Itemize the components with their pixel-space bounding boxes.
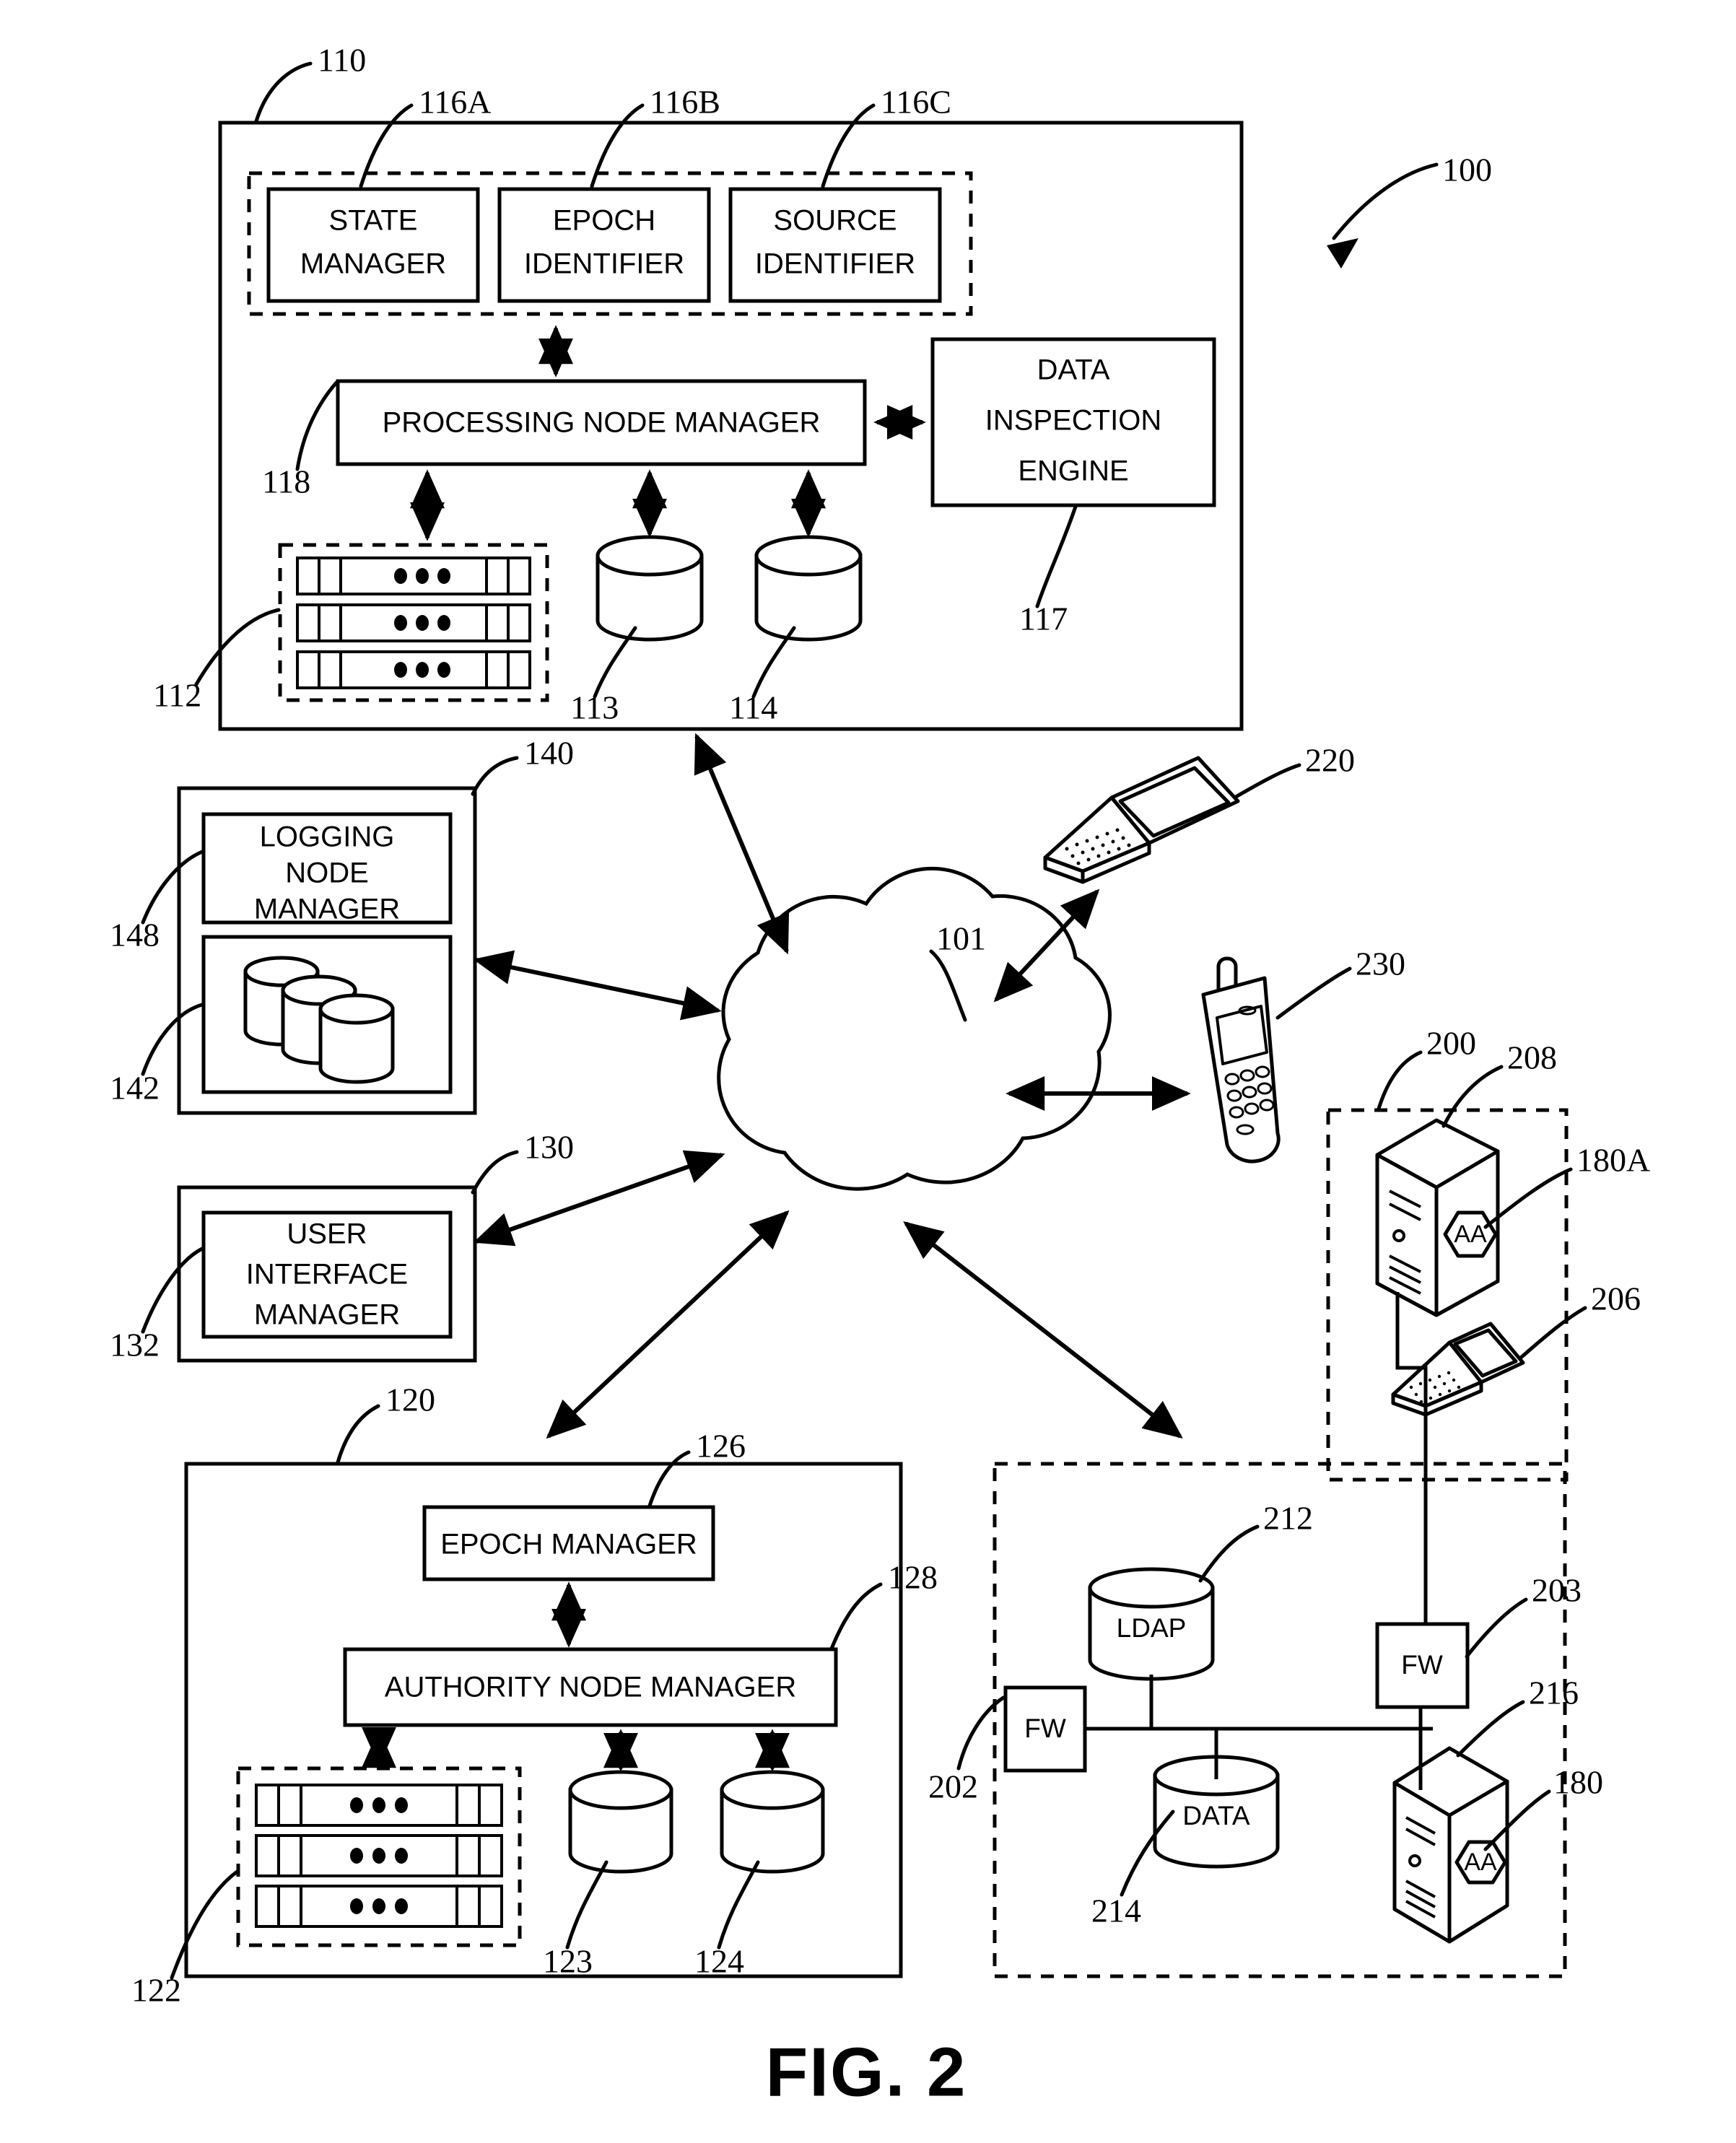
user-interface-manager-line1: USER: [287, 1218, 367, 1250]
ref-116B: 116B: [650, 84, 720, 121]
ref-208: 208: [1507, 1039, 1557, 1076]
firewall-right-label: FW: [1401, 1650, 1443, 1680]
source-identifier-label-line1: SOURCE: [773, 205, 897, 237]
ref-126: 126: [696, 1428, 746, 1465]
ref-214: 214: [1091, 1893, 1141, 1929]
epoch-identifier-label-line2: IDENTIFIER: [524, 248, 684, 280]
ref-212: 212: [1263, 1500, 1313, 1537]
logging-node-manager-line3: MANAGER: [254, 894, 400, 925]
state-manager-label-line1: STATE: [329, 205, 418, 237]
ref-230: 230: [1356, 946, 1405, 982]
authority-node-manager-label: AUTHORITY NODE MANAGER: [385, 1672, 796, 1703]
ref-132: 132: [110, 1327, 160, 1363]
logging-node-manager-line2: NODE: [285, 857, 369, 889]
ref-117: 117: [1019, 601, 1068, 637]
server-208-badge-label: AA: [1454, 1221, 1487, 1248]
processing-node-manager-label: PROCESSING NODE MANAGER: [383, 407, 821, 439]
ref-206: 206: [1591, 1280, 1641, 1317]
ref-113: 113: [570, 689, 619, 726]
ref-200: 200: [1426, 1025, 1476, 1062]
source-identifier-label-line2: IDENTIFIER: [755, 248, 915, 280]
ref-122: 122: [131, 1972, 181, 2009]
patent-figure: STATE MANAGER EPOCH IDENTIFIER SOURCE ID…: [0, 0, 1736, 2143]
ref-118: 118: [262, 463, 310, 500]
ref-203: 203: [1532, 1572, 1582, 1609]
ref-180: 180: [1553, 1764, 1603, 1801]
data-label: DATA: [1182, 1801, 1250, 1830]
figure-text-layer: STATE MANAGER EPOCH IDENTIFIER SOURCE ID…: [110, 42, 1650, 2111]
data-inspection-engine-line2: INSPECTION: [985, 405, 1161, 437]
figure-caption: FIG. 2: [766, 2033, 967, 2111]
ref-101: 101: [936, 920, 986, 957]
ref-124: 124: [694, 1943, 744, 1980]
user-interface-manager-line2: INTERFACE: [246, 1259, 408, 1291]
ref-140: 140: [524, 735, 574, 772]
ref-130: 130: [524, 1129, 574, 1166]
ref-180A: 180A: [1576, 1142, 1650, 1179]
ref-142: 142: [110, 1070, 160, 1107]
epoch-manager-label: EPOCH MANAGER: [440, 1529, 697, 1561]
ref-100: 100: [1442, 152, 1492, 188]
ref-116C: 116C: [881, 84, 951, 121]
logging-node-manager-line1: LOGGING: [260, 821, 395, 853]
ref-110: 110: [318, 42, 366, 79]
ref-202: 202: [928, 1768, 978, 1805]
user-interface-manager-line3: MANAGER: [254, 1299, 400, 1331]
epoch-identifier-label-line1: EPOCH: [553, 205, 655, 237]
ref-128: 128: [888, 1559, 938, 1596]
ref-148: 148: [110, 917, 160, 953]
data-inspection-engine-line3: ENGINE: [1018, 455, 1128, 487]
firewall-left-label: FW: [1024, 1714, 1066, 1743]
data-inspection-engine-line1: DATA: [1037, 354, 1110, 386]
ref-120: 120: [385, 1382, 435, 1418]
ldap-label: LDAP: [1117, 1613, 1187, 1643]
server-216-badge-label: AA: [1464, 1849, 1497, 1876]
ref-123: 123: [543, 1943, 593, 1980]
ref-114: 114: [729, 689, 777, 726]
ref-116A: 116A: [419, 84, 492, 121]
state-manager-label-line2: MANAGER: [300, 248, 446, 280]
ref-216: 216: [1529, 1675, 1579, 1711]
ref-220: 220: [1305, 742, 1355, 779]
ref-112: 112: [153, 677, 201, 714]
